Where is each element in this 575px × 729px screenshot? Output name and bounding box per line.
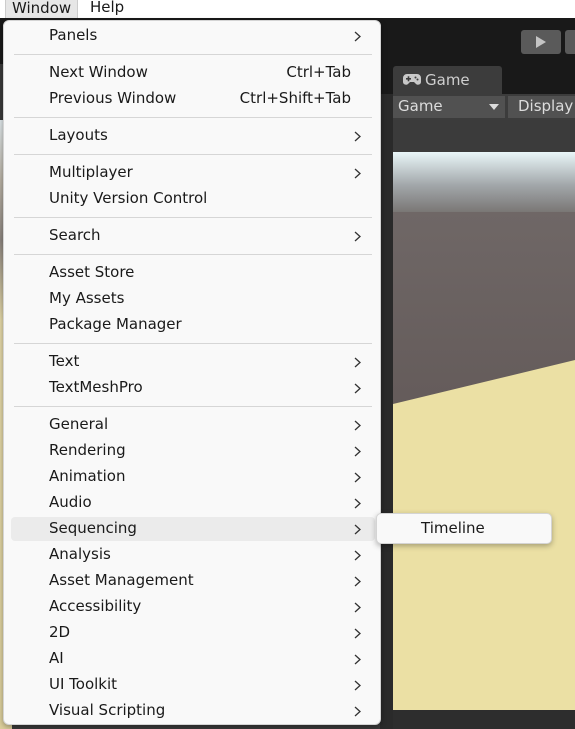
chevron-right-icon — [354, 472, 361, 483]
menu-item-unity-version-control[interactable]: Unity Version Control — [11, 187, 375, 211]
play-icon — [536, 36, 546, 48]
menu-item-label: General — [49, 415, 109, 433]
submenu-item-timeline[interactable]: Timeline — [421, 519, 485, 537]
menu-separator — [14, 217, 372, 218]
menu-item-label: Panels — [49, 26, 98, 44]
gamepad-icon — [403, 74, 421, 85]
menu-item-rendering[interactable]: Rendering — [11, 439, 375, 463]
menu-item-my-assets[interactable]: My Assets — [11, 287, 375, 311]
chevron-right-icon — [354, 498, 361, 509]
menu-separator — [14, 254, 372, 255]
chevron-right-icon — [354, 357, 361, 368]
chevron-right-icon — [354, 524, 361, 535]
menu-item-shortcut: Ctrl+Shift+Tab — [239, 89, 351, 107]
chevron-right-icon — [354, 231, 361, 242]
sequencing-submenu: Timeline — [376, 513, 552, 544]
menubar: Window Help — [0, 0, 575, 18]
chevron-right-icon — [354, 550, 361, 561]
menu-item-label: Layouts — [49, 126, 108, 144]
menu-item-animation[interactable]: Animation — [11, 465, 375, 489]
menu-item-panels[interactable]: Panels — [11, 24, 375, 48]
play-button[interactable] — [521, 30, 561, 54]
menu-item-label: Package Manager — [49, 315, 182, 333]
chevron-right-icon — [354, 383, 361, 394]
menu-item-shortcut: Ctrl+Tab — [286, 63, 351, 81]
menu-item-audio[interactable]: Audio — [11, 491, 375, 515]
menu-item-next-window[interactable]: Next Window Ctrl+Tab — [11, 61, 375, 85]
chevron-right-icon — [354, 576, 361, 587]
menu-separator — [14, 343, 372, 344]
menu-item-label: Accessibility — [49, 597, 142, 615]
chevron-right-icon — [354, 602, 361, 613]
menu-item-textmeshpro[interactable]: TextMeshPro — [11, 376, 375, 400]
tab-game-label: Game — [425, 71, 470, 89]
chevron-down-icon — [489, 104, 499, 110]
menu-item-label: TextMeshPro — [49, 378, 143, 396]
menu-item-multiplayer[interactable]: Multiplayer — [11, 161, 375, 185]
display-dropdown-label: Display 1 — [518, 97, 575, 115]
menu-item-label: UI Toolkit — [49, 675, 118, 693]
menu-item-label: Text — [49, 352, 80, 370]
menu-item-layouts[interactable]: Layouts — [11, 124, 375, 148]
menu-item-visual-scripting[interactable]: Visual Scripting — [11, 699, 375, 723]
menu-item-analysis[interactable]: Analysis — [11, 543, 375, 567]
menu-separator — [14, 406, 372, 407]
menu-item-search[interactable]: Search — [11, 224, 375, 248]
pause-button[interactable] — [565, 30, 575, 54]
menu-item-label: Animation — [49, 467, 126, 485]
menu-item-label: Asset Management — [49, 571, 194, 589]
menu-item-2d[interactable]: 2D — [11, 621, 375, 645]
menu-separator — [14, 117, 372, 118]
menu-separator — [14, 154, 372, 155]
menu-item-label: Visual Scripting — [49, 701, 166, 719]
menu-item-label: Analysis — [49, 545, 111, 563]
game-mode-dropdown[interactable]: Game — [393, 96, 505, 118]
chevron-right-icon — [354, 654, 361, 665]
menu-item-label: Search — [49, 226, 101, 244]
menu-item-label: Sequencing — [49, 519, 137, 537]
menu-item-asset-management[interactable]: Asset Management — [11, 569, 375, 593]
menu-item-label: Previous Window — [49, 89, 177, 107]
menu-item-label: 2D — [49, 623, 71, 641]
menu-item-text[interactable]: Text — [11, 350, 375, 374]
tab-game[interactable]: Game — [393, 66, 502, 94]
menu-item-label: Multiplayer — [49, 163, 133, 181]
window-menu: Panels Next Window Ctrl+Tab Previous Win… — [3, 20, 381, 725]
menu-item-sequencing[interactable]: Sequencing — [11, 517, 375, 541]
menu-item-label: AI — [49, 649, 64, 667]
menu-item-label: Unity Version Control — [49, 189, 208, 207]
chevron-right-icon — [354, 628, 361, 639]
chevron-right-icon — [354, 706, 361, 717]
menu-item-label: Rendering — [49, 441, 126, 459]
menubar-window[interactable]: Window — [5, 0, 79, 18]
game-view-edge — [380, 94, 393, 729]
menu-item-label: Audio — [49, 493, 92, 511]
menu-item-ai[interactable]: AI — [11, 647, 375, 671]
game-mode-label: Game — [398, 97, 443, 115]
menu-item-package-manager[interactable]: Package Manager — [11, 313, 375, 337]
menu-item-asset-store[interactable]: Asset Store — [11, 261, 375, 285]
menu-separator — [14, 54, 372, 55]
menu-item-accessibility[interactable]: Accessibility — [11, 595, 375, 619]
menu-item-label: My Assets — [49, 289, 125, 307]
menu-item-label: Next Window — [49, 63, 148, 81]
game-view-footer — [393, 710, 575, 729]
display-dropdown[interactable]: Display 1 — [508, 96, 575, 118]
chevron-right-icon — [354, 680, 361, 691]
game-view[interactable] — [393, 152, 575, 710]
menu-item-label: Asset Store — [49, 263, 135, 281]
menu-item-previous-window[interactable]: Previous Window Ctrl+Shift+Tab — [11, 87, 375, 111]
menubar-help[interactable]: Help — [84, 0, 130, 18]
chevron-right-icon — [354, 31, 361, 42]
chevron-right-icon — [354, 168, 361, 179]
chevron-right-icon — [354, 131, 361, 142]
menu-item-general[interactable]: General — [11, 413, 375, 437]
chevron-right-icon — [354, 420, 361, 431]
menu-item-ui-toolkit[interactable]: UI Toolkit — [11, 673, 375, 697]
game-floor — [393, 360, 575, 710]
chevron-right-icon — [354, 446, 361, 457]
